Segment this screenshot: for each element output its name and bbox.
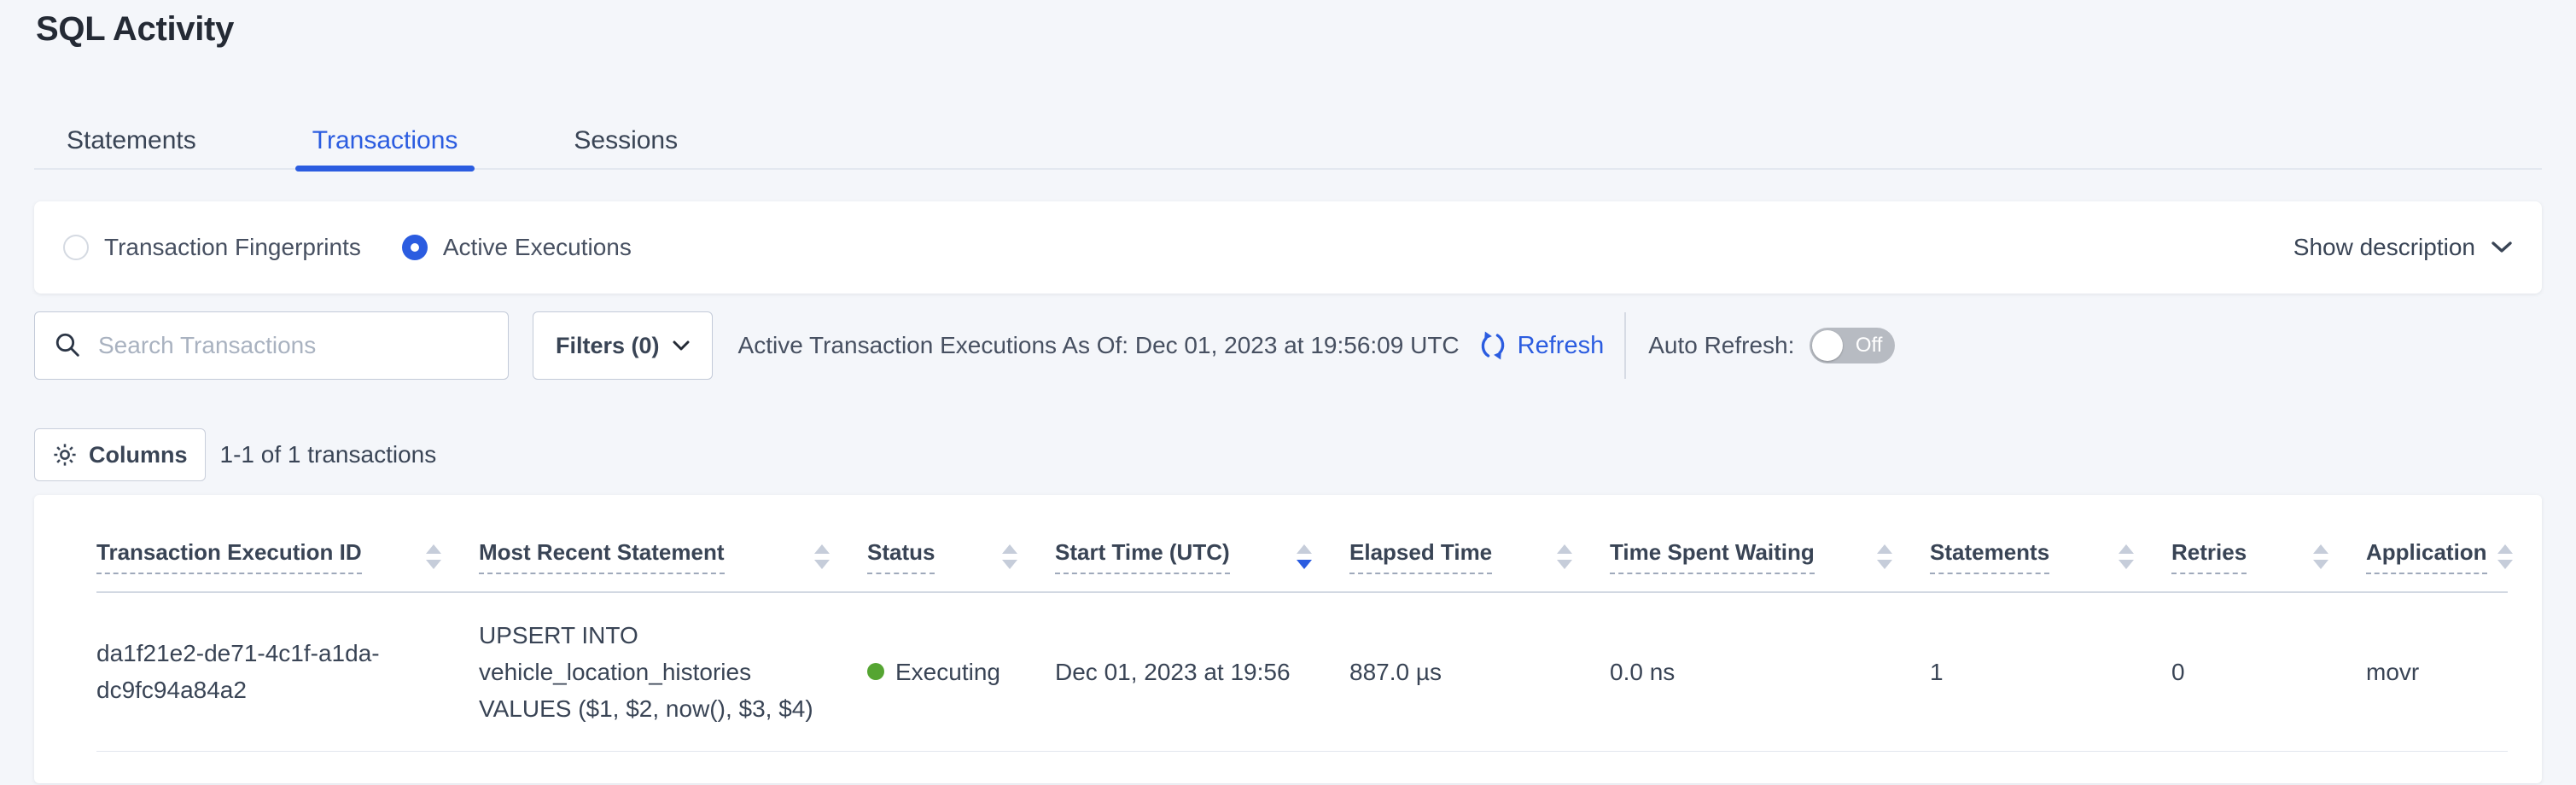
show-description-label: Show description bbox=[2293, 234, 2475, 261]
page-title: SQL Activity bbox=[36, 10, 234, 49]
view-mode-card: Transaction Fingerprints Active Executio… bbox=[34, 201, 2542, 294]
search-box[interactable] bbox=[34, 311, 509, 380]
cell-most-recent-statement: UPSERT INTO vehicle_location_histories V… bbox=[479, 592, 867, 751]
tab-statements[interactable]: Statements bbox=[55, 126, 208, 171]
status-label: Executing bbox=[895, 654, 1000, 690]
cell-retries: 0 bbox=[2171, 592, 2366, 751]
tab-bar: Statements Transactions Sessions bbox=[55, 126, 690, 171]
show-description-toggle[interactable]: Show description bbox=[2293, 234, 2513, 261]
executing-status-dot-icon bbox=[867, 663, 884, 680]
sort-icon bbox=[2313, 544, 2328, 569]
column-header-retries[interactable]: Retries bbox=[2171, 495, 2366, 592]
table-header-row: Transaction Execution ID Most Recent Sta… bbox=[96, 495, 2508, 592]
as-of-timestamp: Active Transaction Executions As Of: Dec… bbox=[738, 332, 1460, 359]
cell-start-time: Dec 01, 2023 at 19:56 bbox=[1055, 592, 1349, 751]
columns-button-label: Columns bbox=[89, 442, 188, 468]
cell-status: Executing bbox=[867, 592, 1055, 751]
toggle-state-label: Off bbox=[1856, 334, 1883, 358]
sort-icon bbox=[1877, 544, 1892, 569]
results-count: 1-1 of 1 transactions bbox=[220, 441, 437, 468]
cell-application: movr bbox=[2366, 592, 2508, 751]
sort-icon bbox=[2497, 544, 2513, 569]
column-header-most-recent-statement[interactable]: Most Recent Statement bbox=[479, 495, 867, 592]
column-header-statements[interactable]: Statements bbox=[1930, 495, 2171, 592]
column-header-application[interactable]: Application bbox=[2366, 495, 2508, 592]
radio-selected-icon[interactable] bbox=[402, 235, 428, 260]
table-row: da1f21e2-de71-4c1f-a1da-dc9fc94a84a2 UPS… bbox=[96, 592, 2508, 751]
auto-refresh-label: Auto Refresh: bbox=[1648, 332, 1794, 359]
tab-transactions[interactable]: Transactions bbox=[300, 126, 470, 171]
sort-icon bbox=[426, 544, 441, 569]
sort-icon bbox=[1557, 544, 1572, 569]
radio-unselected-icon[interactable] bbox=[63, 235, 89, 260]
column-header-status[interactable]: Status bbox=[867, 495, 1055, 592]
cell-transaction-execution-id[interactable]: da1f21e2-de71-4c1f-a1da-dc9fc94a84a2 bbox=[96, 592, 479, 751]
column-header-start-time[interactable]: Start Time (UTC) bbox=[1055, 495, 1349, 592]
toolbar-divider bbox=[1624, 312, 1626, 379]
column-header-transaction-execution-id[interactable]: Transaction Execution ID bbox=[96, 495, 479, 592]
radio-active-executions[interactable]: Active Executions bbox=[402, 234, 632, 261]
tab-sessions[interactable]: Sessions bbox=[562, 126, 690, 171]
cell-elapsed-time: 887.0 µs bbox=[1349, 592, 1610, 751]
sort-desc-active-icon bbox=[1297, 544, 1312, 569]
auto-refresh-toggle[interactable]: Off bbox=[1810, 328, 1895, 363]
toggle-knob-icon bbox=[1812, 330, 1843, 361]
refresh-button[interactable]: Refresh bbox=[1477, 329, 1605, 362]
sort-icon bbox=[1002, 544, 1017, 569]
filters-label: Filters (0) bbox=[556, 333, 660, 359]
column-header-elapsed-time[interactable]: Elapsed Time bbox=[1349, 495, 1610, 592]
transactions-table: Transaction Execution ID Most Recent Sta… bbox=[96, 495, 2508, 752]
chevron-down-icon bbox=[2491, 241, 2513, 254]
chevron-down-icon bbox=[673, 340, 690, 352]
filters-button[interactable]: Filters (0) bbox=[533, 311, 713, 380]
gear-icon bbox=[52, 442, 78, 468]
radio-transaction-fingerprints[interactable]: Transaction Fingerprints bbox=[63, 234, 361, 261]
refresh-label: Refresh bbox=[1518, 332, 1605, 360]
radio-label: Transaction Fingerprints bbox=[104, 234, 361, 261]
search-icon bbox=[54, 331, 83, 360]
columns-button[interactable]: Columns bbox=[34, 428, 206, 481]
radio-label: Active Executions bbox=[443, 234, 632, 261]
cell-statements: 1 bbox=[1930, 592, 2171, 751]
search-input[interactable] bbox=[98, 332, 489, 359]
column-header-time-spent-waiting[interactable]: Time Spent Waiting bbox=[1610, 495, 1930, 592]
transactions-table-card: Transaction Execution ID Most Recent Sta… bbox=[34, 495, 2542, 783]
refresh-icon bbox=[1477, 329, 1509, 362]
toolbar: Filters (0) Active Transaction Execution… bbox=[34, 311, 1895, 381]
cell-time-spent-waiting: 0.0 ns bbox=[1610, 592, 1930, 751]
sort-icon bbox=[814, 544, 830, 569]
sort-icon bbox=[2118, 544, 2134, 569]
table-controls: Columns 1-1 of 1 transactions bbox=[34, 428, 436, 481]
